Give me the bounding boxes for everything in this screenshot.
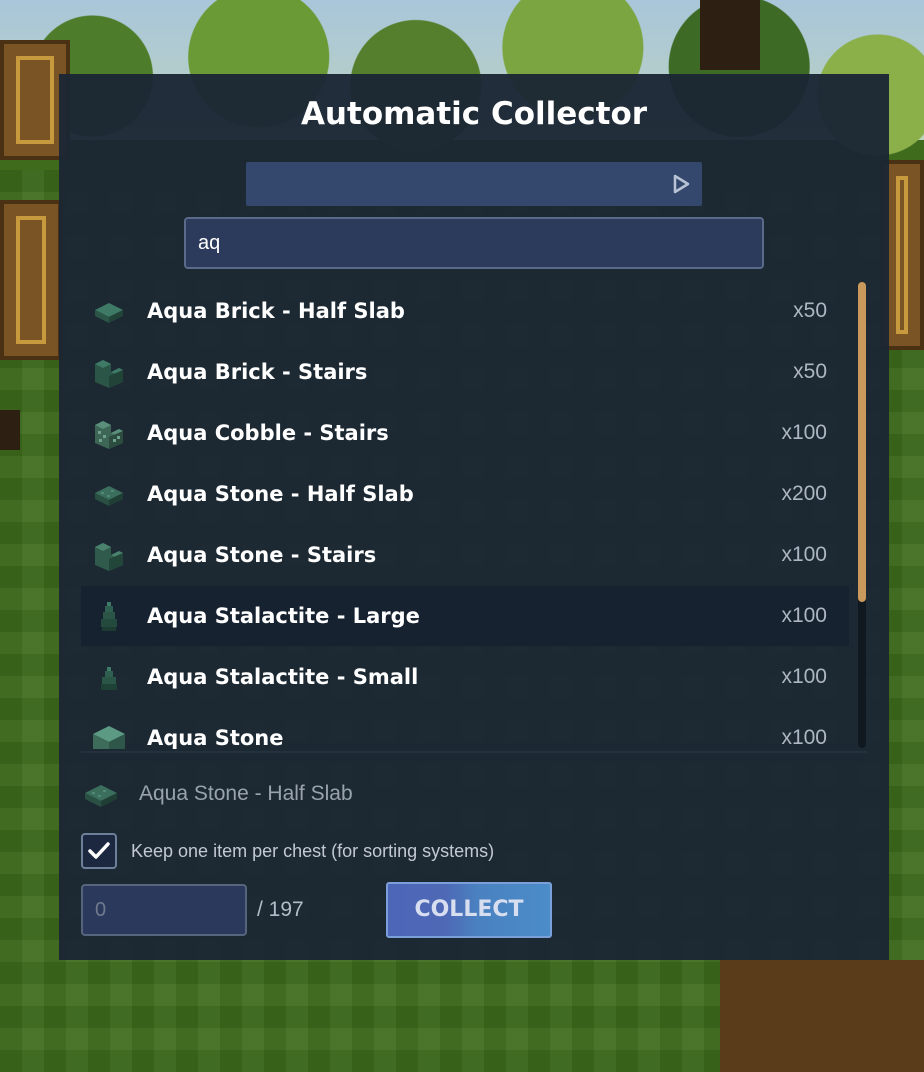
- list-scrollbar[interactable]: [858, 282, 866, 748]
- source-dropdown[interactable]: [246, 162, 702, 206]
- collect-button[interactable]: COLLECT: [386, 882, 552, 938]
- item-name: Aqua Stalactite - Large: [147, 604, 420, 628]
- item-list: Aqua Brick - Half Slab x50 Aqua Brick - …: [81, 281, 851, 749]
- scrollbar-thumb[interactable]: [858, 282, 866, 602]
- item-name: Aqua Stone - Half Slab: [147, 482, 414, 506]
- item-name: Aqua Stone - Stairs: [147, 543, 377, 567]
- item-quantity: x100: [781, 726, 827, 749]
- stairs-block-icon: [95, 360, 123, 388]
- list-item[interactable]: Aqua Stone - Half Slab x200: [81, 464, 849, 524]
- wooden-post: [700, 0, 760, 70]
- list-item[interactable]: Aqua Brick - Half Slab x50: [81, 281, 849, 341]
- item-quantity: x50: [793, 299, 827, 322]
- stalactite-icon: [101, 667, 117, 690]
- list-item[interactable]: Aqua Cobble - Stairs x100: [81, 403, 849, 463]
- collector-panel: Automatic Collector aq Aqua Brick - Half…: [59, 74, 889, 960]
- half-slab-block-icon: [95, 486, 123, 506]
- selected-item-display: Aqua Stone - Half Slab: [81, 764, 781, 824]
- item-name: Aqua Brick - Stairs: [147, 360, 368, 384]
- item-name: Aqua Stone: [147, 726, 284, 749]
- stairs-block-icon: [95, 421, 123, 449]
- item-name: Aqua Cobble - Stairs: [147, 421, 389, 445]
- checkmark-icon: [88, 842, 110, 859]
- list-item[interactable]: Aqua Stone - Stairs x100: [81, 525, 849, 585]
- list-item[interactable]: Aqua Brick - Stairs x50: [81, 342, 849, 402]
- half-slab-block-icon: [95, 303, 123, 323]
- list-item[interactable]: Aqua Stone x100: [81, 708, 849, 749]
- chest-left-lower: [0, 200, 62, 360]
- item-quantity: x100: [781, 543, 827, 566]
- quantity-total: / 197: [257, 898, 304, 921]
- item-quantity: x100: [781, 665, 827, 688]
- item-quantity: x50: [793, 360, 827, 383]
- item-quantity: x200: [781, 482, 827, 505]
- item-quantity: x100: [781, 604, 827, 627]
- item-name: Aqua Brick - Half Slab: [147, 299, 405, 323]
- selected-item-name: Aqua Stone - Half Slab: [139, 782, 353, 805]
- cube-block-icon: [93, 726, 125, 749]
- panel-title: Automatic Collector: [300, 96, 648, 132]
- wooden-beam: [720, 960, 924, 1072]
- list-item[interactable]: Aqua Stalactite - Small x100: [81, 647, 849, 707]
- keep-one-checkbox[interactable]: [81, 833, 117, 869]
- wooden-post-left: [0, 410, 20, 450]
- item-name: Aqua Stalactite - Small: [147, 665, 419, 689]
- half-slab-block-icon: [85, 785, 117, 807]
- play-icon[interactable]: [670, 173, 692, 195]
- list-item-selected[interactable]: Aqua Stalactite - Large x100: [81, 586, 849, 646]
- keep-one-label: Keep one item per chest (for sorting sys…: [131, 841, 495, 861]
- quantity-input[interactable]: 0: [81, 884, 247, 936]
- item-quantity: x100: [781, 421, 827, 444]
- divider: [81, 751, 867, 753]
- search-input[interactable]: aq: [184, 217, 764, 269]
- stairs-block-icon: [95, 543, 123, 571]
- stalactite-icon: [101, 602, 117, 631]
